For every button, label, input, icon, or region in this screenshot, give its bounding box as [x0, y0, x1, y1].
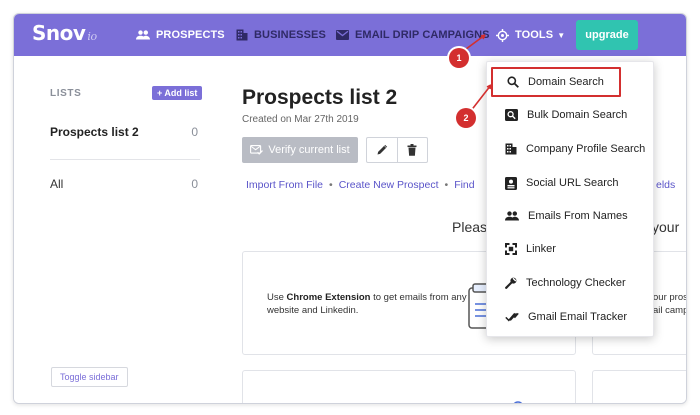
pencil-icon	[377, 144, 388, 155]
nav-tools[interactable]: TOOLS ▼	[496, 14, 565, 56]
bulk-search-icon	[505, 109, 518, 121]
user-illustration-icon	[513, 401, 523, 403]
building-icon	[505, 143, 517, 155]
campaigns-card-text: our pros ail camp	[653, 292, 687, 316]
find-link[interactable]: Find	[454, 179, 474, 191]
snov-logo[interactable]: Snov io	[32, 21, 97, 45]
menu-item-company-profile-search[interactable]: Company Profile Search	[487, 134, 655, 164]
menu-item-bulk-domain-search[interactable]: Bulk Domain Search	[487, 100, 655, 130]
people-icon	[505, 211, 519, 221]
edit-list-button[interactable]	[367, 138, 397, 162]
sidebar-item-label: Prospects list 2	[50, 125, 139, 139]
verify-email-icon	[250, 145, 264, 155]
linker-icon	[505, 243, 517, 255]
info-card	[242, 370, 576, 403]
nav-prospects[interactable]: PROSPECTS	[136, 14, 225, 56]
top-navbar: Snov io PROSPECTS BUSINESSES EMAIL DRIP C…	[14, 14, 686, 56]
import-from-file-link[interactable]: Import From File	[246, 179, 323, 191]
list-actions	[366, 137, 428, 163]
nav-email-drip-campaigns[interactable]: EMAIL DRIP CAMPAIGNS	[336, 14, 490, 56]
menu-item-social-url-search[interactable]: Social URL Search	[487, 168, 655, 198]
menu-item-emails-from-names[interactable]: Emails From Names	[487, 201, 655, 231]
menu-item-domain-search[interactable]: Domain Search	[491, 67, 621, 97]
lists-sidebar: LISTS + Add list Prospects list 2 0 All …	[14, 56, 222, 403]
chrome-extension-text: Use Chrome Extension to get emails from …	[267, 292, 467, 316]
verify-list-button[interactable]: Verify current list	[242, 137, 358, 163]
tools-dropdown-menu: Domain Search Bulk Domain Search Company…	[486, 61, 654, 337]
sidebar-item-prospects-list-2[interactable]: Prospects list 2 0	[50, 125, 200, 139]
empty-state-heading-end: your	[652, 219, 680, 235]
building-icon	[236, 29, 248, 41]
menu-item-gmail-email-tracker[interactable]: Gmail Email Tracker	[487, 302, 655, 332]
app-window: Snov io PROSPECTS BUSINESSES EMAIL DRIP C…	[13, 13, 687, 404]
delete-list-button[interactable]	[396, 138, 427, 162]
nav-businesses[interactable]: BUSINESSES	[236, 14, 326, 56]
sidebar-item-count: 0	[191, 177, 198, 191]
menu-item-linker[interactable]: Linker	[487, 234, 655, 264]
chevron-down-icon: ▼	[557, 30, 566, 40]
search-icon	[507, 76, 519, 88]
info-card	[592, 370, 686, 403]
id-card-icon	[505, 176, 517, 190]
sidebar-divider	[50, 159, 200, 160]
menu-item-technology-checker[interactable]: Technology Checker	[487, 268, 655, 298]
fields-link[interactable]: elds	[656, 179, 675, 191]
create-new-prospect-link[interactable]: Create New Prospect	[339, 179, 439, 191]
add-list-button[interactable]: + Add list	[152, 86, 203, 100]
list-actions-links: Import From File • Create New Prospect • Fin…	[246, 179, 475, 191]
trash-icon	[407, 144, 417, 156]
people-icon	[136, 30, 150, 40]
step-1-badge: 1	[449, 48, 469, 68]
upgrade-button[interactable]: upgrade	[576, 20, 638, 50]
double-check-icon	[505, 312, 519, 322]
toggle-sidebar-button[interactable]: Toggle sidebar	[51, 367, 128, 387]
sidebar-item-label: All	[50, 177, 64, 191]
envelope-icon	[336, 30, 349, 40]
empty-state-heading: Pleas	[452, 219, 488, 235]
wrench-icon	[505, 277, 517, 289]
crosshair-icon	[496, 28, 509, 42]
page-title: Prospects list 2	[242, 86, 398, 109]
sidebar-item-count: 0	[191, 125, 198, 139]
lists-heading: LISTS	[50, 88, 82, 99]
created-date: Created on Mar 27th 2019	[242, 114, 359, 125]
step-2-badge: 2	[456, 108, 476, 128]
sidebar-item-all[interactable]: All 0	[50, 177, 200, 191]
